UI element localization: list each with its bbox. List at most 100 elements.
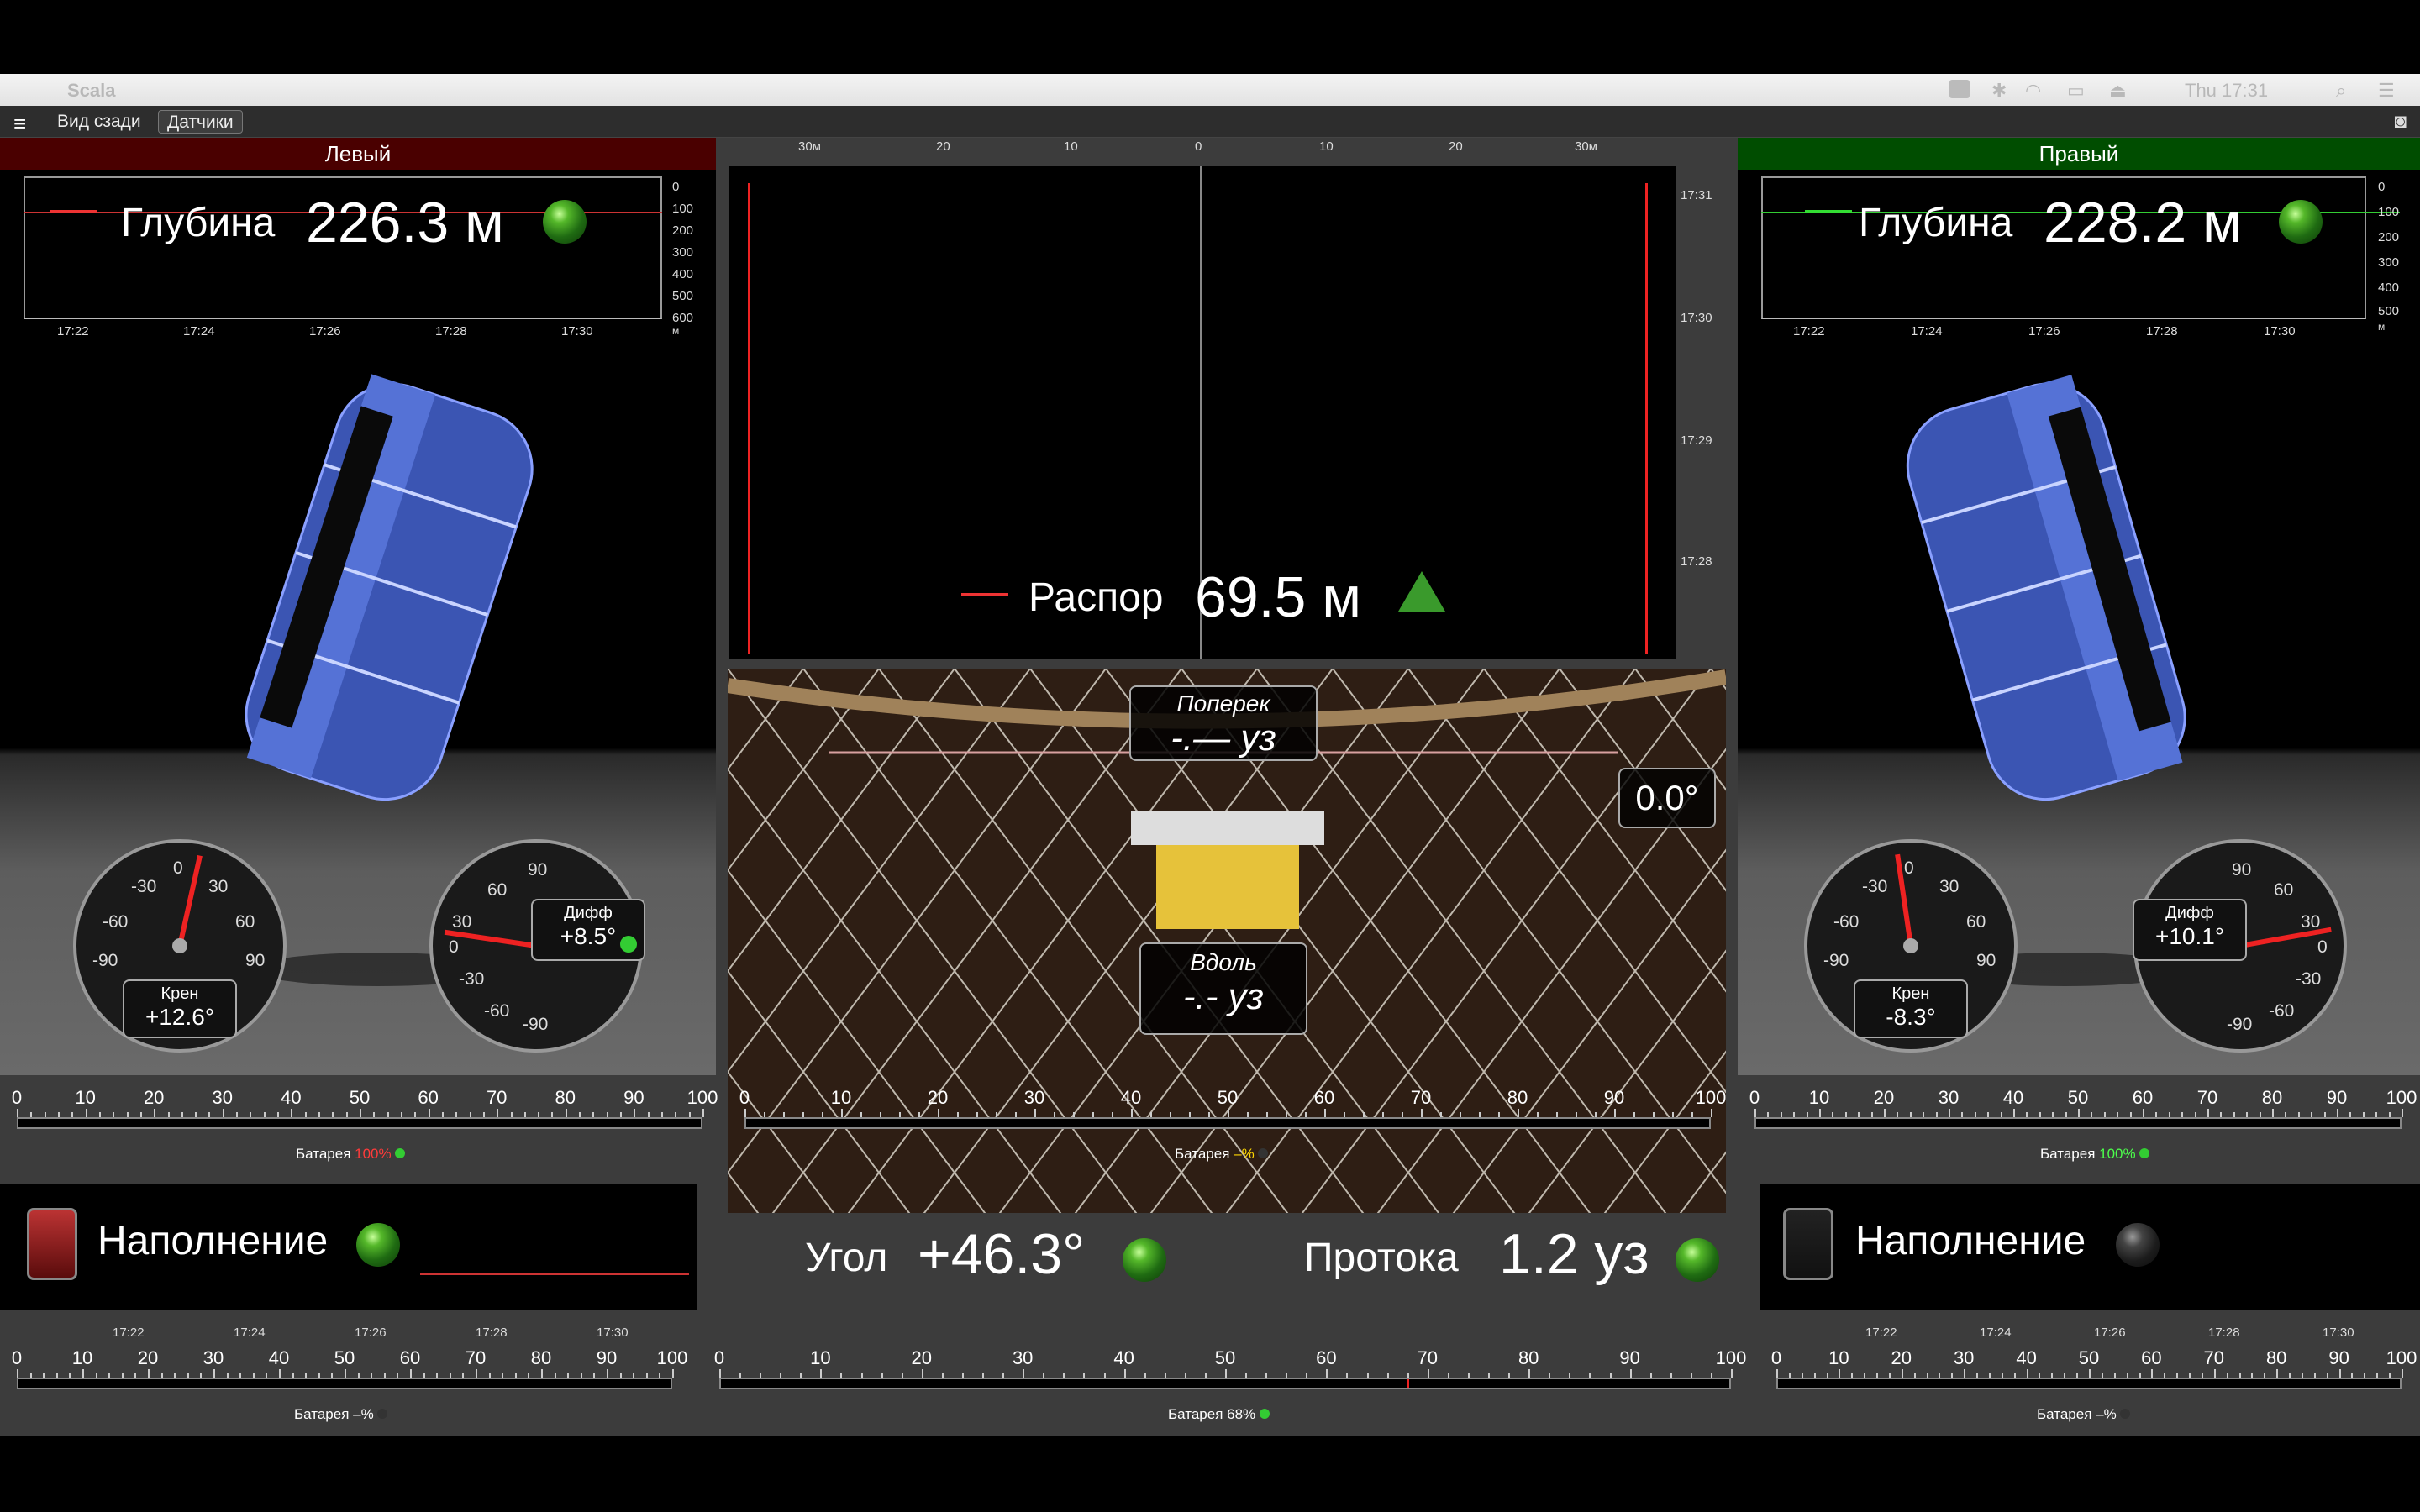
ruler-tick-mark bbox=[213, 1369, 215, 1378]
eject-icon[interactable]: ⏏ bbox=[2109, 80, 2127, 102]
angle-status-led bbox=[1123, 1238, 1166, 1282]
ruler-tick-label: 40 bbox=[2002, 1087, 2024, 1108]
right-sensor-panel: Правый 0 100 200 300 400 500 м 17:22 17:… bbox=[1738, 138, 2420, 1075]
ruler-tick-label: 70 bbox=[1410, 1087, 1432, 1108]
search-icon[interactable]: ⌕ bbox=[2336, 80, 2346, 102]
ruler-tick-label: 40 bbox=[1113, 1347, 1134, 1368]
ruler-tick-mark bbox=[82, 1369, 84, 1378]
ruler-tick-label: 80 bbox=[2261, 1087, 2283, 1108]
ruler-tick-label: 50 bbox=[1217, 1087, 1239, 1108]
ruler-tick-label: 80 bbox=[1518, 1347, 1539, 1368]
level-marker bbox=[1407, 1379, 1409, 1388]
ruler-tick-mark bbox=[2089, 1369, 2091, 1378]
status-icon[interactable] bbox=[1949, 80, 1970, 98]
ruler-tick-label: 20 bbox=[911, 1347, 933, 1368]
ruler-tick-mark bbox=[345, 1369, 346, 1378]
tab-sensors[interactable]: Датчики bbox=[158, 110, 243, 134]
ruler-tick-label: 90 bbox=[2328, 1347, 2349, 1368]
catch-status-led bbox=[356, 1223, 400, 1267]
ruler-tick-mark bbox=[820, 1369, 823, 1378]
ruler-tick-label: 50 bbox=[2078, 1347, 2100, 1368]
ruler-tick-label: 30 bbox=[1012, 1347, 1034, 1368]
catch-trend-line bbox=[420, 1273, 689, 1275]
ruler-tick-mark bbox=[1614, 1109, 1616, 1117]
bluetooth-icon[interactable]: ✱ bbox=[1991, 80, 2007, 102]
ruler-tick-label: 0 bbox=[739, 1087, 750, 1108]
airplay-icon[interactable]: ▭ bbox=[2067, 80, 2085, 102]
ruler-tick-mark bbox=[1528, 1369, 1531, 1378]
ruler-tick-label: 90 bbox=[623, 1087, 644, 1108]
ruler-tick-label: 80 bbox=[2265, 1347, 2287, 1368]
ruler-tick-mark bbox=[1421, 1109, 1423, 1117]
ruler-tick-label: 70 bbox=[486, 1087, 508, 1108]
spread-trend-up-icon bbox=[1398, 571, 1445, 612]
ruler-tick-label: 60 bbox=[2141, 1347, 2162, 1368]
spread-label: Распор bbox=[1028, 575, 1164, 620]
right-header: Правый bbox=[1738, 138, 2420, 170]
ruler-tick-mark bbox=[1949, 1109, 1950, 1117]
ruler-tick-label: 0 bbox=[1770, 1347, 1782, 1368]
ruler-tick-label: 60 bbox=[418, 1087, 439, 1108]
ruler-tick-mark bbox=[1884, 1109, 1886, 1117]
ruler-tick-label: 70 bbox=[2196, 1087, 2218, 1108]
ruler-tick-mark bbox=[1754, 1109, 1756, 1117]
ruler-tick-label: 30 bbox=[1938, 1087, 1960, 1108]
ruler-tick-label: 30 bbox=[203, 1347, 224, 1368]
ruler-tick-mark bbox=[921, 1369, 923, 1378]
spread-panel: 30м 20 10 0 10 20 30м 17:31 17:30 17:29 … bbox=[728, 138, 1712, 659]
ruler-tick-label: 50 bbox=[1214, 1347, 1236, 1368]
ruler-tick-mark bbox=[2143, 1109, 2144, 1117]
ruler-tick-mark bbox=[1123, 1369, 1126, 1378]
depth-label: Глубина bbox=[1859, 201, 2013, 245]
trawl-door-model bbox=[245, 374, 534, 801]
catch-status-led bbox=[2116, 1223, 2160, 1267]
ruler-tick-mark bbox=[1324, 1109, 1326, 1117]
right-battery-status: Батарея 100% bbox=[2040, 1146, 2150, 1163]
legend-line bbox=[50, 210, 97, 213]
depth-y-axis: 0 100 200 300 400 500 м bbox=[2378, 180, 2400, 333]
tab-rear-view[interactable]: Вид сзади bbox=[49, 110, 150, 134]
battery-led bbox=[395, 1148, 406, 1158]
depth-value: 226.3 м bbox=[306, 191, 504, 255]
hamburger-menu-icon[interactable]: ≡ bbox=[13, 111, 26, 137]
ruler-tick-label: 10 bbox=[71, 1347, 93, 1368]
ruler-tick-mark bbox=[541, 1369, 543, 1378]
camera-icon[interactable]: ◙ bbox=[2395, 110, 2407, 134]
ruler-tick-mark bbox=[1518, 1109, 1519, 1117]
app-name[interactable]: Scala bbox=[67, 80, 116, 102]
ruler-tick-mark bbox=[1964, 1369, 1966, 1378]
ruler-tick-mark bbox=[2026, 1369, 2028, 1378]
spread-x-axis: 30м 20 10 0 10 20 30м bbox=[798, 139, 1597, 154]
right-catch-indicator bbox=[1783, 1208, 1833, 1280]
ruler-tick-mark bbox=[2078, 1109, 2080, 1117]
ruler-tick-mark bbox=[1901, 1369, 1903, 1378]
ruler-tick-label: 30 bbox=[1953, 1347, 1975, 1368]
ruler-tick-mark bbox=[2402, 1369, 2403, 1378]
ruler-tick-mark bbox=[1776, 1369, 1778, 1378]
list-icon[interactable]: ☰ bbox=[2378, 80, 2395, 102]
ruler-tick-label: 60 bbox=[2132, 1087, 2154, 1108]
ruler-tick-label: 100 bbox=[2386, 1087, 2417, 1108]
battery-led bbox=[1258, 1148, 1269, 1158]
ruler-tick-mark bbox=[17, 1109, 18, 1117]
left-battery-status: Батарея 100% bbox=[296, 1146, 406, 1163]
ruler-tick-mark bbox=[2338, 1369, 2341, 1378]
ruler-tick-mark bbox=[719, 1369, 721, 1378]
ruler-tick-mark bbox=[279, 1369, 281, 1378]
ruler-tick-mark bbox=[1819, 1109, 1821, 1117]
ruler-tick-mark bbox=[1131, 1109, 1133, 1117]
left-catch-battery-status: Батарея –% bbox=[294, 1406, 388, 1423]
ruler-tick-mark bbox=[2272, 1109, 2274, 1117]
ruler-tick-mark bbox=[1711, 1109, 1712, 1117]
net-camera-view: Поперек -.— уз Вдоль -.- уз 0.0° bbox=[728, 669, 1726, 1213]
wifi-icon[interactable]: ◠ bbox=[2025, 80, 2041, 102]
right-pitch-gauge: 90 60 30 0 -30 -60 -90 Дифф +10.1° bbox=[2131, 837, 2349, 1055]
roll-readout: Крен -8.3° bbox=[1854, 979, 1968, 1038]
ruler-tick-label: 20 bbox=[927, 1087, 949, 1108]
ruler-tick-label: 80 bbox=[555, 1087, 576, 1108]
right-catch-battery-status: Батарея –% bbox=[2037, 1406, 2131, 1423]
roll-readout: Крен +12.6° bbox=[123, 979, 237, 1038]
clock[interactable]: Thu 17:31 bbox=[2185, 80, 2268, 102]
depth-status-led bbox=[543, 200, 587, 244]
ruler-tick-label: 90 bbox=[1603, 1087, 1625, 1108]
